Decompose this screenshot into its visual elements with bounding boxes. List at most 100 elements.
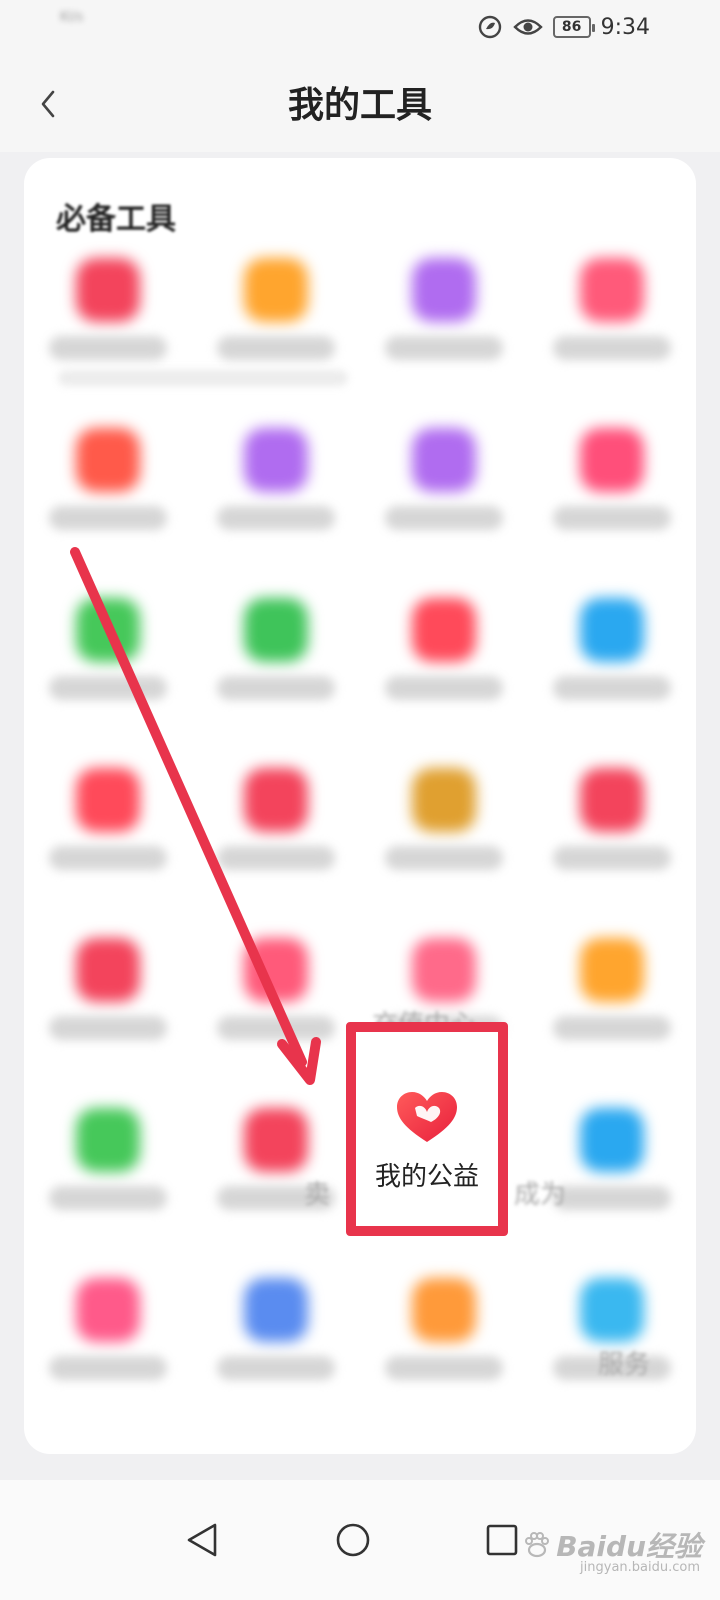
tool-icon — [76, 938, 140, 1002]
watermark-brand: Baidu经验 — [556, 1530, 702, 1563]
tool-label — [553, 1016, 671, 1040]
paw-icon — [525, 1532, 550, 1558]
tool-icon — [76, 428, 140, 492]
nav-back-button[interactable] — [172, 1510, 232, 1570]
battery-icon: 86 — [552, 16, 595, 38]
tool-item[interactable] — [192, 1092, 360, 1242]
tool-item[interactable] — [192, 412, 360, 562]
tool-label — [385, 1356, 503, 1380]
tool-label — [49, 846, 167, 870]
tool-item[interactable] — [24, 1262, 192, 1412]
tool-icon — [580, 428, 644, 492]
tool-icon — [76, 598, 140, 662]
tool-item[interactable] — [24, 412, 192, 562]
tool-label — [385, 336, 503, 360]
tool-icon — [244, 258, 308, 322]
tool-item[interactable] — [192, 1262, 360, 1412]
tool-label — [217, 506, 335, 530]
charity-tool-item[interactable]: 我的公益 — [346, 1022, 508, 1236]
tool-label — [217, 336, 335, 360]
tool-item[interactable] — [24, 582, 192, 732]
charity-tool-label: 我的公益 — [374, 1162, 479, 1192]
tool-item[interactable] — [528, 412, 696, 562]
tool-icon — [412, 938, 476, 1002]
tool-label — [553, 846, 671, 870]
tool-label — [553, 1186, 671, 1210]
circle-home-icon — [336, 1523, 370, 1557]
tool-item[interactable] — [528, 1092, 696, 1242]
tool-label — [553, 676, 671, 700]
tool-icon — [412, 768, 476, 832]
tool-icon — [412, 598, 476, 662]
tool-icon — [244, 598, 308, 662]
tool-item[interactable] — [360, 242, 528, 392]
heart-icon — [397, 1092, 457, 1142]
tool-label — [49, 676, 167, 700]
tool-icon — [244, 1278, 308, 1342]
tool-label — [385, 506, 503, 530]
tool-label — [217, 676, 335, 700]
tool-item[interactable] — [360, 412, 528, 562]
tool-label — [553, 506, 671, 530]
tool-icon — [580, 1278, 644, 1342]
tool-label — [217, 846, 335, 870]
tool-item[interactable] — [528, 1262, 696, 1412]
page-title: 我的工具 — [287, 85, 432, 126]
section-title: 必备工具 — [56, 202, 176, 237]
tool-label — [553, 336, 671, 360]
tool-item[interactable] — [24, 242, 192, 392]
tool-item[interactable] — [24, 752, 192, 902]
tool-icon — [244, 428, 308, 492]
triangle-back-icon — [187, 1523, 217, 1557]
network-speed: Kl/s — [60, 10, 84, 25]
tool-icon — [412, 258, 476, 322]
tool-label — [49, 506, 167, 530]
eco-mode-icon — [478, 15, 501, 39]
status-icons: 86 9:34 — [477, 12, 650, 42]
tool-item[interactable] — [528, 922, 696, 1072]
tool-icon — [580, 768, 644, 832]
tool-item[interactable] — [24, 922, 192, 1072]
tool-item[interactable] — [528, 582, 696, 732]
nav-home-button[interactable] — [323, 1510, 383, 1570]
tool-item[interactable] — [360, 752, 528, 902]
tool-item[interactable] — [360, 582, 528, 732]
tool-label — [217, 1356, 335, 1380]
status-bar: Kl/s 86 9:34 — [0, 0, 720, 56]
tool-item[interactable] — [192, 242, 360, 392]
tool-icon — [76, 258, 140, 322]
eye-comfort-icon — [512, 19, 543, 35]
tool-item[interactable] — [192, 922, 360, 1072]
title-bar: 我的工具 — [0, 56, 720, 152]
tool-label — [385, 676, 503, 700]
tool-item[interactable] — [192, 752, 360, 902]
tools-card: 必备工具 充值中心 卖 成为 服务 — [24, 158, 696, 1454]
tool-icon — [76, 1108, 140, 1172]
tool-label — [49, 1016, 167, 1040]
tool-label — [217, 1016, 335, 1040]
tool-icon — [244, 1108, 308, 1172]
tool-icon — [244, 938, 308, 1002]
tool-icon — [76, 1278, 140, 1342]
tool-item[interactable] — [528, 242, 696, 392]
tool-item[interactable] — [528, 752, 696, 902]
tool-icon — [580, 258, 644, 322]
tool-icon — [412, 428, 476, 492]
partial-label-become: 成为 — [514, 1180, 567, 1210]
tool-label — [49, 1356, 167, 1380]
tool-icon — [580, 938, 644, 1002]
square-recents-icon — [486, 1524, 518, 1556]
partial-label-sell: 卖 — [304, 1180, 331, 1210]
watermark-url: jingyan.baidu.com — [580, 1560, 700, 1575]
tool-item[interactable] — [24, 1092, 192, 1242]
tool-icon — [412, 1278, 476, 1342]
tool-icon — [580, 598, 644, 662]
tool-label — [49, 1186, 167, 1210]
tool-item[interactable] — [360, 1262, 528, 1412]
tool-icon — [76, 768, 140, 832]
tool-label — [385, 846, 503, 870]
tool-item[interactable] — [192, 582, 360, 732]
partial-label-service: 服务 — [598, 1350, 651, 1380]
tool-label — [49, 336, 167, 360]
tool-icon — [580, 1108, 644, 1172]
